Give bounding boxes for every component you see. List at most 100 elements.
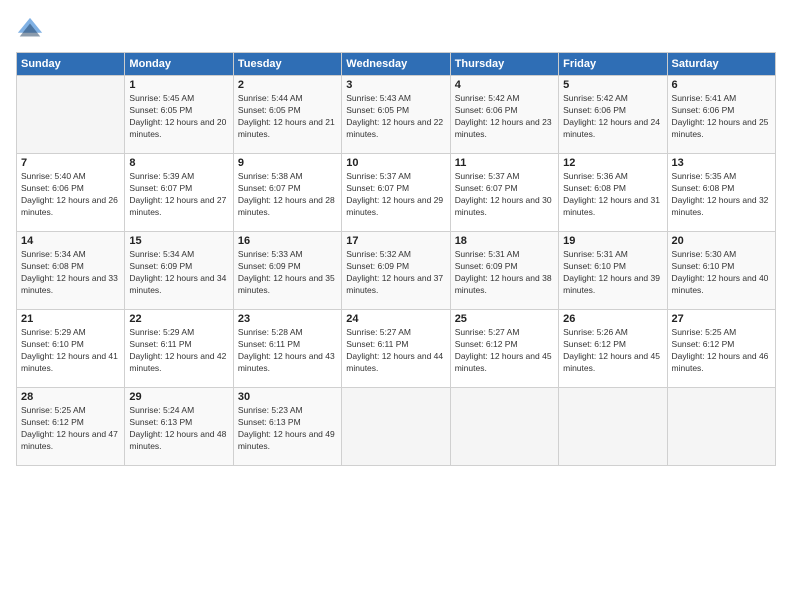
calendar-cell: 1 Sunrise: 5:45 AMSunset: 6:05 PMDaylight… <box>125 76 233 154</box>
day-number: 25 <box>455 313 554 325</box>
cell-info: Sunrise: 5:39 AMSunset: 6:07 PMDaylight:… <box>129 171 228 219</box>
calendar-cell: 19 Sunrise: 5:31 AMSunset: 6:10 PMDayligh… <box>559 232 667 310</box>
calendar-cell <box>667 388 775 466</box>
weekday-header-saturday: Saturday <box>667 53 775 76</box>
calendar-cell: 6 Sunrise: 5:41 AMSunset: 6:06 PMDaylight… <box>667 76 775 154</box>
day-number: 26 <box>563 313 662 325</box>
calendar-week-3: 14 Sunrise: 5:34 AMSunset: 6:08 PMDayligh… <box>17 232 776 310</box>
calendar-cell: 22 Sunrise: 5:29 AMSunset: 6:11 PMDayligh… <box>125 310 233 388</box>
calendar-cell: 7Sunrise: 5:40 AMSunset: 6:06 PMDaylight… <box>17 154 125 232</box>
weekday-header-wednesday: Wednesday <box>342 53 450 76</box>
day-number: 29 <box>129 391 228 403</box>
calendar-week-5: 28Sunrise: 5:25 AMSunset: 6:12 PMDayligh… <box>17 388 776 466</box>
calendar-cell: 14 Sunrise: 5:34 AMSunset: 6:08 PMDayligh… <box>17 232 125 310</box>
cell-info: Sunrise: 5:29 AMSunset: 6:11 PMDaylight:… <box>129 327 228 375</box>
cell-info: Sunrise: 5:27 AMSunset: 6:12 PMDaylight:… <box>455 327 554 375</box>
cell-info: Sunrise: 5:24 AMSunset: 6:13 PMDaylight:… <box>129 405 228 453</box>
cell-info: Sunrise: 5:29 AMSunset: 6:10 PMDaylight:… <box>21 327 120 375</box>
calendar-cell: 9 Sunrise: 5:38 AMSunset: 6:07 PMDaylight… <box>233 154 341 232</box>
weekday-header-monday: Monday <box>125 53 233 76</box>
cell-info: Sunrise: 5:27 AMSunset: 6:11 PMDaylight:… <box>346 327 445 375</box>
day-number: 9 <box>238 157 337 169</box>
calendar-cell: 11 Sunrise: 5:37 AMSunset: 6:07 PMDayligh… <box>450 154 558 232</box>
day-number: 23 <box>238 313 337 325</box>
day-number: 15 <box>129 235 228 247</box>
calendar-body: 1 Sunrise: 5:45 AMSunset: 6:05 PMDaylight… <box>17 76 776 466</box>
calendar-week-2: 7Sunrise: 5:40 AMSunset: 6:06 PMDaylight… <box>17 154 776 232</box>
cell-info: Sunrise: 5:31 AMSunset: 6:09 PMDaylight:… <box>455 249 554 297</box>
calendar-week-4: 21 Sunrise: 5:29 AMSunset: 6:10 PMDayligh… <box>17 310 776 388</box>
page-container: SundayMondayTuesdayWednesdayThursdayFrid… <box>0 0 792 476</box>
cell-info: Sunrise: 5:30 AMSunset: 6:10 PMDaylight:… <box>672 249 771 297</box>
cell-info: Sunrise: 5:23 AMSunset: 6:13 PMDaylight:… <box>238 405 337 453</box>
calendar-cell: 27Sunrise: 5:25 AMSunset: 6:12 PMDayligh… <box>667 310 775 388</box>
calendar-cell <box>342 388 450 466</box>
calendar-cell: 3 Sunrise: 5:43 AMSunset: 6:05 PMDaylight… <box>342 76 450 154</box>
day-number: 10 <box>346 157 445 169</box>
cell-info: Sunrise: 5:36 AMSunset: 6:08 PMDaylight:… <box>563 171 662 219</box>
calendar-cell: 29 Sunrise: 5:24 AMSunset: 6:13 PMDayligh… <box>125 388 233 466</box>
calendar-cell: 15 Sunrise: 5:34 AMSunset: 6:09 PMDayligh… <box>125 232 233 310</box>
day-number: 5 <box>563 79 662 91</box>
cell-info: Sunrise: 5:35 AMSunset: 6:08 PMDaylight:… <box>672 171 771 219</box>
day-number: 3 <box>346 79 445 91</box>
weekday-header-tuesday: Tuesday <box>233 53 341 76</box>
day-number: 21 <box>21 313 120 325</box>
day-number: 22 <box>129 313 228 325</box>
calendar-cell <box>17 76 125 154</box>
cell-info: Sunrise: 5:37 AMSunset: 6:07 PMDaylight:… <box>455 171 554 219</box>
day-number: 16 <box>238 235 337 247</box>
day-number: 6 <box>672 79 771 91</box>
cell-info: Sunrise: 5:32 AMSunset: 6:09 PMDaylight:… <box>346 249 445 297</box>
cell-info: Sunrise: 5:34 AMSunset: 6:09 PMDaylight:… <box>129 249 228 297</box>
cell-info: Sunrise: 5:31 AMSunset: 6:10 PMDaylight:… <box>563 249 662 297</box>
calendar-cell: 26 Sunrise: 5:26 AMSunset: 6:12 PMDayligh… <box>559 310 667 388</box>
cell-info: Sunrise: 5:45 AMSunset: 6:05 PMDaylight:… <box>129 93 228 141</box>
calendar-cell: 23 Sunrise: 5:28 AMSunset: 6:11 PMDayligh… <box>233 310 341 388</box>
weekday-header-thursday: Thursday <box>450 53 558 76</box>
calendar-cell: 5 Sunrise: 5:42 AMSunset: 6:06 PMDaylight… <box>559 76 667 154</box>
calendar-cell: 30 Sunrise: 5:23 AMSunset: 6:13 PMDayligh… <box>233 388 341 466</box>
calendar-cell: 16 Sunrise: 5:33 AMSunset: 6:09 PMDayligh… <box>233 232 341 310</box>
cell-info: Sunrise: 5:33 AMSunset: 6:09 PMDaylight:… <box>238 249 337 297</box>
day-number: 18 <box>455 235 554 247</box>
calendar-cell: 8 Sunrise: 5:39 AMSunset: 6:07 PMDaylight… <box>125 154 233 232</box>
day-number: 12 <box>563 157 662 169</box>
calendar-cell: 25 Sunrise: 5:27 AMSunset: 6:12 PMDayligh… <box>450 310 558 388</box>
calendar-cell <box>450 388 558 466</box>
cell-info: Sunrise: 5:38 AMSunset: 6:07 PMDaylight:… <box>238 171 337 219</box>
cell-info: Sunrise: 5:41 AMSunset: 6:06 PMDaylight:… <box>672 93 771 141</box>
cell-info: Sunrise: 5:26 AMSunset: 6:12 PMDaylight:… <box>563 327 662 375</box>
cell-info: Sunrise: 5:34 AMSunset: 6:08 PMDaylight:… <box>21 249 120 297</box>
day-number: 30 <box>238 391 337 403</box>
weekday-header-friday: Friday <box>559 53 667 76</box>
day-number: 20 <box>672 235 771 247</box>
logo-icon <box>16 16 44 44</box>
day-number: 8 <box>129 157 228 169</box>
calendar-header: SundayMondayTuesdayWednesdayThursdayFrid… <box>17 53 776 76</box>
calendar-cell: 20 Sunrise: 5:30 AMSunset: 6:10 PMDayligh… <box>667 232 775 310</box>
weekday-header-sunday: Sunday <box>17 53 125 76</box>
day-number: 11 <box>455 157 554 169</box>
cell-info: Sunrise: 5:43 AMSunset: 6:05 PMDaylight:… <box>346 93 445 141</box>
day-number: 19 <box>563 235 662 247</box>
cell-info: Sunrise: 5:42 AMSunset: 6:06 PMDaylight:… <box>455 93 554 141</box>
day-number: 14 <box>21 235 120 247</box>
header-row: SundayMondayTuesdayWednesdayThursdayFrid… <box>17 53 776 76</box>
calendar-cell: 13 Sunrise: 5:35 AMSunset: 6:08 PMDayligh… <box>667 154 775 232</box>
day-number: 28 <box>21 391 120 403</box>
calendar-cell: 10Sunrise: 5:37 AMSunset: 6:07 PMDayligh… <box>342 154 450 232</box>
day-number: 7 <box>21 157 120 169</box>
cell-info: Sunrise: 5:28 AMSunset: 6:11 PMDaylight:… <box>238 327 337 375</box>
calendar-week-1: 1 Sunrise: 5:45 AMSunset: 6:05 PMDaylight… <box>17 76 776 154</box>
calendar-cell: 24 Sunrise: 5:27 AMSunset: 6:11 PMDayligh… <box>342 310 450 388</box>
cell-info: Sunrise: 5:42 AMSunset: 6:06 PMDaylight:… <box>563 93 662 141</box>
day-number: 13 <box>672 157 771 169</box>
cell-info: Sunrise: 5:25 AMSunset: 6:12 PMDaylight:… <box>672 327 771 375</box>
day-number: 1 <box>129 79 228 91</box>
header <box>16 16 776 44</box>
day-number: 24 <box>346 313 445 325</box>
calendar-table: SundayMondayTuesdayWednesdayThursdayFrid… <box>16 52 776 466</box>
calendar-cell: 17Sunrise: 5:32 AMSunset: 6:09 PMDayligh… <box>342 232 450 310</box>
calendar-cell: 28Sunrise: 5:25 AMSunset: 6:12 PMDayligh… <box>17 388 125 466</box>
